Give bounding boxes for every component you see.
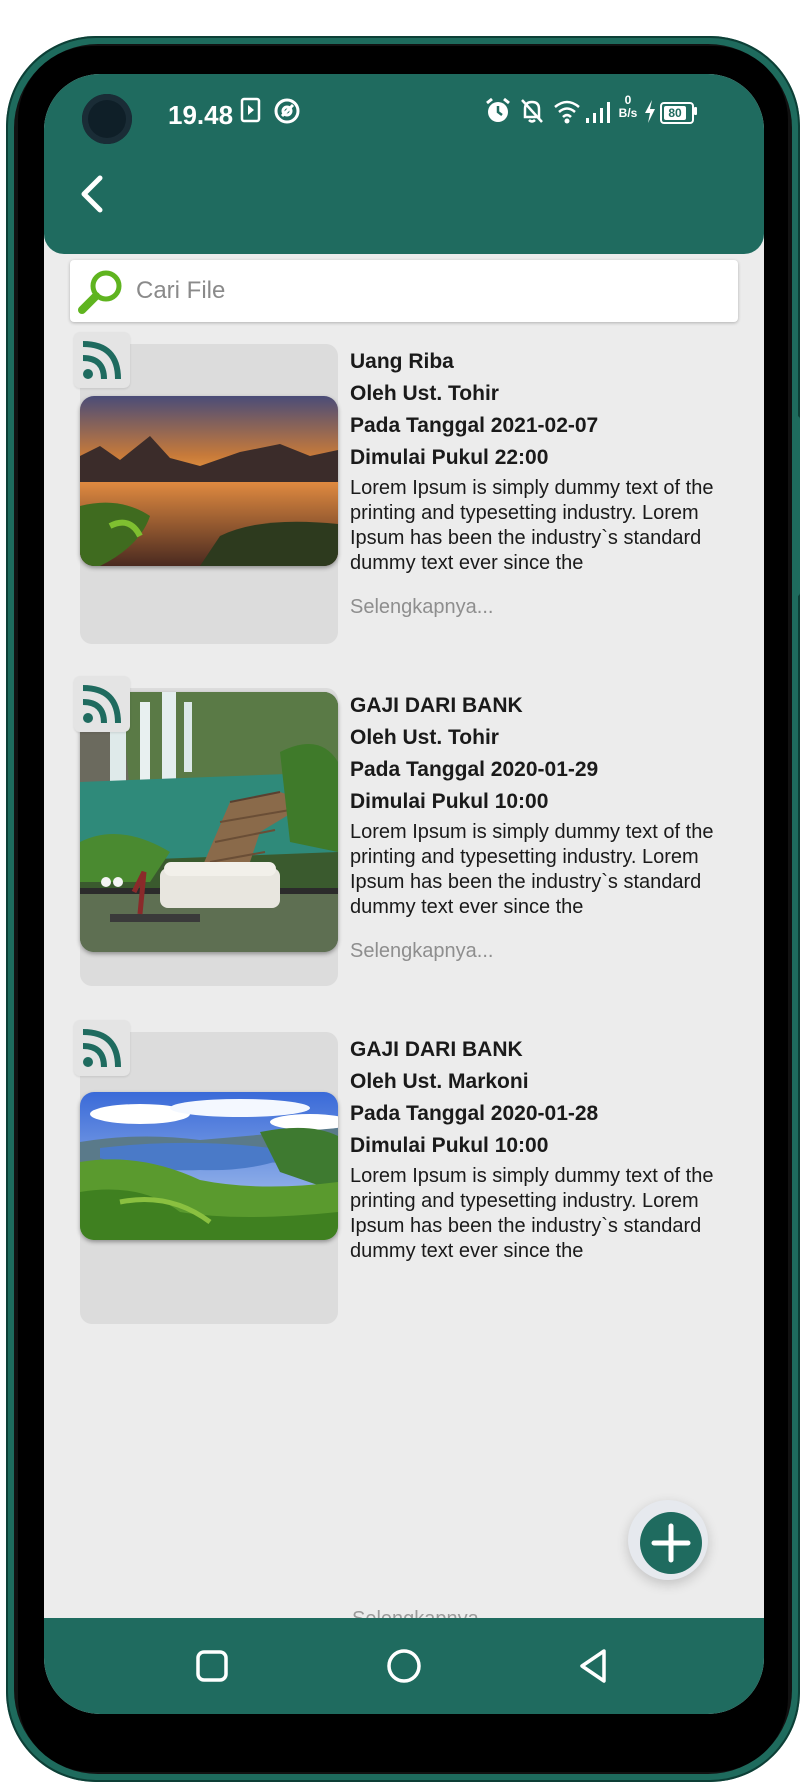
rss-badge [74, 1020, 130, 1076]
post-author: Oleh Ust. Tohir [350, 726, 499, 749]
post-info: GAJI DARI BANK Oleh Ust. Markoni Pada Ta… [350, 1034, 730, 1264]
rss-icon [82, 1029, 121, 1068]
net-speed: 0 B/s [616, 94, 640, 120]
wifi-icon [554, 100, 580, 124]
front-camera [82, 94, 132, 144]
plus-icon [651, 1523, 691, 1563]
search-bar[interactable] [70, 260, 738, 322]
post-title: Uang Riba [350, 350, 454, 373]
rss-icon [82, 341, 121, 380]
home-circle-icon[interactable] [384, 1646, 424, 1686]
post-card[interactable]: Uang Riba Oleh Ust. Tohir Pada Tanggal 2… [70, 332, 738, 644]
post-info: Uang Riba Oleh Ust. Tohir Pada Tanggal 2… [350, 346, 730, 619]
post-date: Pada Tanggal 2020-01-28 [350, 1102, 599, 1125]
post-author: Oleh Ust. Tohir [350, 382, 499, 405]
rss-icon [82, 685, 121, 724]
battery-tip [694, 107, 697, 115]
post-image-valley [80, 1092, 338, 1240]
net-speed-unit: B/s [618, 106, 638, 120]
read-more-link[interactable]: Selengkapnya... [350, 940, 730, 963]
post-card[interactable]: GAJI DARI BANK Oleh Ust. Tohir Pada Tang… [70, 676, 738, 986]
search-input[interactable] [134, 270, 718, 312]
phone-side-button [794, 416, 800, 596]
post-description: Lorem Ipsum is simply dummy text of the … [350, 821, 714, 918]
screen-record-icon [240, 97, 261, 123]
alarm-icon [486, 97, 510, 122]
post-start-time: Dimulai Pukul 22:00 [350, 446, 549, 469]
status-time: 19.48 [168, 100, 234, 130]
post-info: GAJI DARI BANK Oleh Ust. Tohir Pada Tang… [350, 690, 730, 963]
app-bar: 19.48 0 B/s 80 [44, 74, 764, 254]
add-button[interactable] [628, 1500, 708, 1580]
post-description: Lorem Ipsum is simply dummy text of the … [350, 477, 714, 574]
signal-icon [586, 102, 610, 123]
charging-bolt-icon [645, 100, 655, 123]
rss-badge [74, 676, 130, 732]
post-card[interactable]: GAJI DARI BANK Oleh Ust. Markoni Pada Ta… [70, 1020, 738, 1330]
post-title: GAJI DARI BANK [350, 694, 523, 717]
read-more-link[interactable]: Selengkapnya... [350, 596, 730, 619]
post-date: Pada Tanggal 2020-01-29 [350, 758, 599, 781]
post-start-time: Dimulai Pukul 10:00 [350, 790, 549, 813]
back-triangle-icon[interactable] [574, 1646, 614, 1686]
post-title: GAJI DARI BANK [350, 1038, 523, 1061]
post-author: Oleh Ust. Markoni [350, 1070, 529, 1093]
recents-square-icon[interactable] [192, 1646, 232, 1686]
system-nav-bar [44, 1618, 764, 1714]
post-start-time: Dimulai Pukul 10:00 [350, 1134, 549, 1157]
battery-icon: 80 [660, 102, 694, 124]
back-arrow-icon[interactable] [74, 174, 114, 214]
sync-icon [274, 98, 300, 124]
post-date: Pada Tanggal 2021-02-07 [350, 414, 599, 437]
add-button-circle [640, 1512, 702, 1574]
battery-level: 80 [668, 106, 682, 120]
screen: 19.48 0 B/s 80 Cari File Uang Riba Oleh … [44, 74, 764, 1714]
bell-off-icon [521, 99, 543, 123]
rss-badge [74, 332, 130, 388]
search-icon [78, 270, 122, 314]
post-image-sunset [80, 396, 338, 566]
post-description: Lorem Ipsum is simply dummy text of the … [350, 1165, 714, 1262]
